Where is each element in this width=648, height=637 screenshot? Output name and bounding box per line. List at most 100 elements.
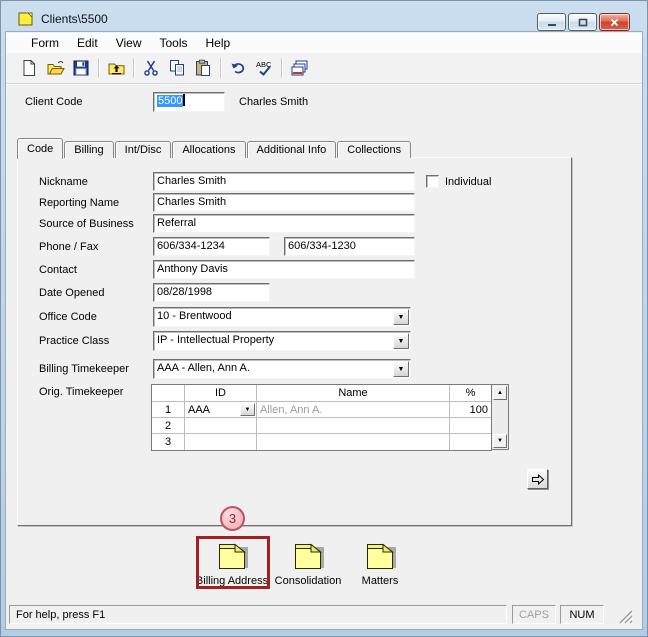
billing-timekeeper-select[interactable]: AAA - Allen, Ann A. ▼: [153, 359, 411, 379]
tab-code[interactable]: Code: [17, 138, 63, 159]
text-caret: [183, 94, 185, 106]
chevron-down-icon[interactable]: ▼: [393, 309, 409, 325]
contact-input[interactable]: Anthony Davis: [153, 260, 415, 279]
cut-button[interactable]: [138, 56, 164, 80]
table-header-name: Name: [257, 385, 450, 402]
restore-icon: [578, 18, 588, 27]
menu-bar: Form Edit View Tools Help: [6, 33, 642, 53]
orig-timekeeper-label: Orig. Timekeeper: [39, 386, 123, 398]
reporting-name-input[interactable]: Charles Smith: [153, 193, 415, 212]
timekeeper-id-cell[interactable]: [185, 418, 257, 434]
arrow-right-icon: [531, 474, 545, 485]
practice-class-select[interactable]: IP - Intellectual Property ▼: [153, 331, 411, 351]
open-button[interactable]: [42, 56, 68, 80]
row-number: 3: [152, 434, 185, 450]
paste-icon: [194, 59, 212, 77]
print-copies-button[interactable]: [286, 56, 312, 80]
table-scrollbar[interactable]: ▲ ▼: [492, 384, 509, 450]
tab-allocations[interactable]: Allocations: [172, 141, 245, 158]
spell-check-button[interactable]: ABC: [251, 56, 277, 80]
timekeeper-id-cell[interactable]: [185, 434, 257, 450]
practice-class-value: IP - Intellectual Property: [157, 334, 274, 346]
timekeeper-name-cell[interactable]: [257, 418, 450, 434]
timekeeper-name-cell[interactable]: [257, 434, 450, 450]
individual-checkbox[interactable]: [426, 175, 439, 188]
matters-shortcut[interactable]: Matters: [339, 539, 421, 587]
tab-additional-info[interactable]: Additional Info: [247, 141, 337, 158]
office-code-select[interactable]: 10 - Brentwood ▼: [153, 307, 411, 327]
tab-billing[interactable]: Billing: [64, 141, 113, 158]
close-button[interactable]: [599, 13, 630, 31]
annotation-step-badge: 3: [220, 506, 245, 531]
phone-fax-label: Phone / Fax: [39, 241, 98, 253]
nickname-input[interactable]: Charles Smith: [153, 172, 415, 191]
date-opened-label: Date Opened: [39, 287, 104, 299]
table-header-id: ID: [185, 385, 257, 402]
timekeeper-id-cell[interactable]: AAA ▼: [185, 402, 257, 418]
menu-help[interactable]: Help: [197, 34, 240, 52]
timekeeper-pct-cell[interactable]: [450, 418, 491, 434]
folder-up-icon: [107, 59, 126, 77]
toolbar-separator: [281, 58, 282, 78]
fax-input[interactable]: 606/334-1230: [284, 237, 415, 256]
chevron-down-icon[interactable]: ▼: [393, 361, 409, 377]
toolbar-separator: [220, 58, 221, 78]
timekeeper-name-cell[interactable]: Allen, Ann A.: [257, 402, 450, 418]
restore-button[interactable]: [568, 13, 597, 31]
timekeeper-pct-cell[interactable]: [450, 434, 491, 450]
tab-collections[interactable]: Collections: [337, 141, 411, 158]
new-button[interactable]: [16, 56, 42, 80]
copy-button[interactable]: [164, 56, 190, 80]
phone-input[interactable]: 606/334-1234: [153, 237, 270, 256]
menu-edit[interactable]: Edit: [68, 34, 107, 52]
open-icon: [46, 59, 65, 77]
practice-class-label: Practice Class: [39, 335, 109, 347]
folder-icon: [361, 539, 399, 571]
menu-form[interactable]: Form: [22, 34, 68, 52]
window-title: Clients\5500: [41, 12, 108, 26]
folder-up-button[interactable]: [103, 56, 129, 80]
save-button[interactable]: [68, 56, 94, 80]
scroll-down-icon[interactable]: ▼: [493, 434, 507, 448]
minimize-icon: [547, 18, 557, 27]
scroll-up-icon[interactable]: ▲: [493, 386, 507, 400]
caps-indicator: CAPS: [512, 605, 556, 624]
source-of-business-input[interactable]: Referral: [153, 214, 415, 233]
close-icon: [610, 18, 619, 27]
undo-button[interactable]: [225, 56, 251, 80]
highlight-box: [196, 536, 270, 589]
consolidation-shortcut[interactable]: Consolidation: [267, 539, 349, 587]
client-code-label: Client Code: [25, 96, 82, 108]
resize-grip[interactable]: [616, 607, 634, 625]
application-window: Clients\5500 Form Edit View Tools Help: [0, 0, 648, 637]
paste-button[interactable]: [190, 56, 216, 80]
client-code-input[interactable]: 5500: [153, 92, 225, 112]
timekeeper-pct-cell[interactable]: 100: [450, 402, 491, 418]
next-record-button[interactable]: [527, 469, 548, 489]
toolbar-separator: [133, 58, 134, 78]
client-code-value: 5500: [157, 95, 183, 107]
num-indicator: NUM: [560, 605, 604, 624]
reporting-name-label: Reporting Name: [39, 197, 119, 209]
date-opened-input[interactable]: 08/28/1998: [153, 283, 270, 302]
minimize-button[interactable]: [537, 13, 566, 31]
folder-icon: [289, 539, 327, 571]
chevron-down-icon[interactable]: ▼: [393, 333, 409, 349]
office-code-label: Office Code: [39, 311, 97, 323]
save-icon: [72, 59, 90, 77]
billing-timekeeper-label: Billing Timekeeper: [39, 363, 129, 375]
consolidation-label: Consolidation: [267, 575, 349, 587]
window-icon: [18, 12, 35, 27]
client-name-text: Charles Smith: [239, 96, 308, 108]
title-bar[interactable]: Clients\5500: [5, 5, 643, 31]
print-copies-icon: [290, 59, 309, 77]
individual-label: Individual: [445, 176, 491, 188]
source-of-business-label: Source of Business: [39, 218, 134, 230]
table-header-pct: %: [450, 385, 491, 402]
menu-view[interactable]: View: [107, 34, 151, 52]
billing-timekeeper-value: AAA - Allen, Ann A.: [157, 362, 250, 374]
tab-int-disc[interactable]: Int/Disc: [115, 141, 172, 158]
chevron-down-icon[interactable]: ▼: [240, 403, 255, 416]
tab-bar: Code Billing Int/Disc Allocations Additi…: [17, 137, 412, 158]
menu-tools[interactable]: Tools: [150, 34, 196, 52]
